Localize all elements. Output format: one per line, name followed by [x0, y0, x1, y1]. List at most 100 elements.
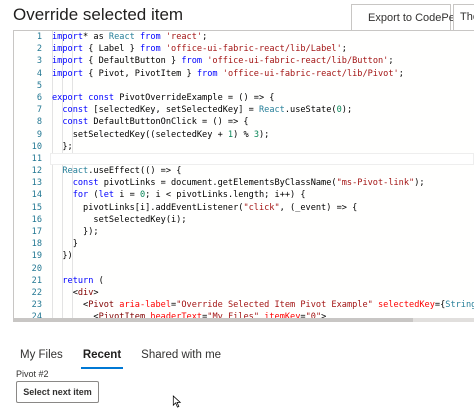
line-number: 16 [31, 214, 42, 225]
code-line[interactable]: 20 [14, 263, 474, 275]
line-number: 19 [31, 251, 42, 262]
code-line[interactable]: 19 }) [14, 250, 474, 262]
code-line[interactable]: 8 const DefaultButtonOnClick = () => { [14, 116, 474, 128]
code-token: setSelectedKey((selectedKey + [52, 129, 228, 140]
code-line[interactable]: 2 import { Label } from 'office-ui-fabric… [14, 43, 474, 55]
page-title: Override selected item [13, 5, 184, 24]
code-line[interactable]: 10 }; [14, 141, 474, 153]
code-token: div [77, 287, 94, 298]
code-token: import [52, 56, 84, 67]
code-token: from [134, 32, 166, 42]
code-token: aria-label [114, 300, 172, 311]
code-text: }) [52, 250, 73, 262]
line-number: 22 [31, 287, 42, 298]
code-token: const [52, 117, 89, 128]
code-token: } [52, 239, 78, 250]
code-token: ; i < pivotLinks.length; i++) { [145, 190, 306, 201]
code-line[interactable]: 9 setSelectedKey((selectedKey + 1) % 3); [14, 129, 474, 141]
code-token: }); [52, 227, 99, 237]
code-text: import* as React from 'react'; [52, 31, 207, 43]
tab-recent[interactable]: Recent [73, 345, 131, 369]
code-line[interactable]: 17 }); [14, 226, 474, 238]
code-line[interactable]: 16 setSelectedKey(i); [14, 214, 474, 226]
code-token: ) % [233, 129, 254, 140]
code-text: import { DefaultButton } from 'office-ui… [52, 55, 394, 67]
code-token: ); [341, 105, 353, 116]
code-token: ; [398, 68, 404, 79]
code-line[interactable]: 6 export const PivotOverrideExample = () … [14, 92, 474, 104]
code-text: import { Label } from 'office-ui-fabric-… [52, 43, 347, 55]
code-text: import { Pivot, PivotItem } from 'office… [52, 68, 404, 80]
code-token: import [52, 68, 84, 79]
code-text: setSelectedKey((selectedKey + 1) % 3); [52, 129, 270, 141]
line-number: 1 [36, 32, 42, 42]
mouse-pointer-icon [172, 395, 182, 408]
code-text: <div> [52, 287, 99, 299]
code-token: from [196, 68, 218, 79]
code-token: ( [93, 275, 104, 286]
code-token: Pivot [88, 300, 115, 311]
code-line[interactable]: 3 import { DefaultButton } from 'office-u… [14, 55, 474, 67]
code-text: React.useEffect(() => { [52, 165, 181, 177]
code-text: } [52, 238, 78, 250]
export-to-codepen-button[interactable]: Export to CodePen [351, 4, 461, 30]
pivot-tabs: My Files Recent Shared with me [10, 345, 231, 369]
code-token: pivotLinks[i].addEventListener( [52, 202, 244, 213]
code-token: , (_event) => { [279, 202, 358, 213]
code-token: < [52, 287, 78, 298]
code-text: }); [52, 226, 99, 238]
code-line[interactable]: 5 [14, 80, 474, 92]
code-text: return ( [52, 275, 104, 287]
code-line[interactable]: 4 import { Pivot, PivotItem } from 'offic… [14, 68, 474, 80]
code-token: React [258, 105, 285, 116]
code-token: let [98, 190, 115, 201]
code-line[interactable]: 23 <Pivot aria-label="Override Selected … [14, 299, 474, 311]
line-number: 21 [31, 275, 42, 286]
code-token: from [139, 44, 161, 55]
code-line[interactable]: 15 pivotLinks[i].addEventListener("click… [14, 202, 474, 214]
code-token: 'office-ui-fabric-react/lib/Label' [165, 44, 342, 55]
code-lines: 1 import* as React from 'react'; 2 import {… [14, 31, 474, 321]
select-next-item-button[interactable]: Select next item [16, 381, 99, 403]
line-number: 3 [36, 56, 42, 67]
code-token: ; [202, 32, 208, 42]
code-text: }; [52, 141, 72, 153]
tab-shared-with-me[interactable]: Shared with me [131, 345, 231, 369]
code-token: }) [52, 251, 73, 262]
code-token: .useState( [284, 105, 337, 116]
horizontal-scrollbar[interactable] [13, 318, 474, 322]
scrollbar-thumb[interactable] [13, 318, 413, 322]
code-token: selectedKey [372, 300, 435, 311]
code-line[interactable]: 21 return ( [14, 275, 474, 287]
export-button-label: Export to CodePen [368, 11, 461, 24]
code-token: 'office-ui-fabric-react/lib/Button' [207, 56, 389, 67]
tab-my-files[interactable]: My Files [10, 345, 73, 369]
code-token: "Override Selected Item Pivot Example" [176, 300, 373, 311]
code-token: return [52, 275, 94, 286]
code-token: < [52, 300, 89, 311]
code-line[interactable]: 7 const [selectedKey, setSelectedKey] = … [14, 104, 474, 116]
code-line[interactable]: 22 <div> [14, 287, 474, 299]
code-editor[interactable]: 1 import* as React from 'react'; 2 import {… [13, 30, 474, 322]
code-line[interactable]: 11 [14, 152, 474, 166]
code-text: pivotLinks[i].addEventListener("click", … [52, 202, 357, 214]
code-token: .useEffect(() => { [88, 166, 182, 177]
code-token: { Pivot, PivotItem } [83, 68, 197, 79]
line-number: 13 [31, 178, 42, 189]
code-token: "ms-Pivot-link" [336, 178, 415, 189]
line-number: 15 [31, 202, 42, 213]
code-text: export const PivotOverrideExample = () =… [52, 92, 274, 104]
code-line[interactable]: 13 const pivotLinks = document.getElemen… [14, 177, 474, 189]
code-line[interactable]: 12 React.useEffect(() => { [14, 165, 474, 177]
code-token: ); [259, 129, 270, 140]
code-token: 'office-ui-fabric-react/lib/Pivot' [222, 68, 399, 79]
code-line[interactable]: 1 import* as React from 'react'; [14, 31, 474, 43]
code-token: { Label } [83, 44, 140, 55]
code-token: ); [414, 178, 425, 189]
code-line[interactable]: 14 for (let i = 0; i < pivotLinks.length… [14, 189, 474, 201]
code-token: PivotOverrideExample = () => { [114, 92, 275, 103]
other-button[interactable]: The [453, 4, 474, 30]
header: Override selected item Export to CodePen… [0, 0, 474, 32]
code-line[interactable]: 18 } [14, 238, 474, 250]
